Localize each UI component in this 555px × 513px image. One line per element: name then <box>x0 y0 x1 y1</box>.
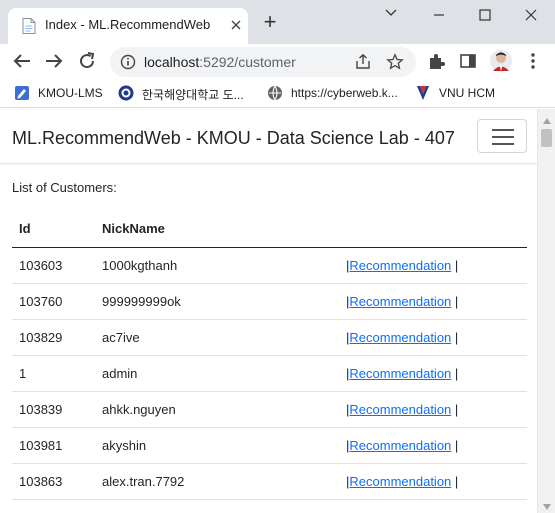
cell-actions: |Recommendation | <box>339 355 527 392</box>
kmou-lms-icon <box>14 85 30 101</box>
star-icon[interactable] <box>386 53 404 74</box>
cell-nickname: 999999999ok <box>95 283 339 320</box>
bookmark-label: 한국해양대학교 도... <box>142 88 244 102</box>
page-caption: List of Customers: <box>12 180 117 195</box>
sidepanel-icon[interactable] <box>459 52 477 73</box>
cell-actions: |Recommendation | <box>339 463 527 500</box>
new-tab-button[interactable]: + <box>258 11 282 35</box>
site-brand[interactable]: ML.RecommendWeb - KMOU - Data Science La… <box>12 128 455 149</box>
site-navbar: ML.RecommendWeb - KMOU - Data Science La… <box>0 109 537 164</box>
cell-id: 103829 <box>12 319 95 356</box>
cell-id: 103981 <box>12 427 95 464</box>
scroll-up-icon[interactable] <box>542 113 552 124</box>
recommendation-link[interactable]: Recommendation <box>349 258 451 273</box>
back-icon[interactable] <box>10 49 34 73</box>
cell-nickname: admin <box>95 355 339 392</box>
table-row: 103981 akyshin |Recommendation | <box>12 427 527 464</box>
extensions-icon[interactable] <box>427 52 445 73</box>
cell-nickname: ahkk.nguyen <box>95 391 339 428</box>
recommendation-link[interactable]: Recommendation <box>349 366 451 381</box>
cell-actions: |Recommendation | <box>339 247 527 284</box>
url-text[interactable]: localhost:5292/customer <box>144 54 296 70</box>
minimize-icon[interactable] <box>416 0 462 32</box>
separator: | <box>454 401 459 417</box>
browser-tab[interactable]: Index - ML.RecommendWeb <box>8 8 248 44</box>
cell-actions: |Recommendation | <box>339 319 527 356</box>
recommendation-link[interactable]: Recommendation <box>349 330 451 345</box>
page-viewport: ML.RecommendWeb - KMOU - Data Science La… <box>0 109 537 513</box>
address-bar[interactable]: localhost:5292/customer <box>110 47 416 77</box>
hamburger-icon <box>492 136 514 138</box>
separator: | <box>454 257 459 273</box>
recommendation-link[interactable]: Recommendation <box>349 294 451 309</box>
scroll-down-icon[interactable] <box>542 499 552 510</box>
bookmark-label: KMOU-LMS <box>38 86 103 100</box>
recommendation-link[interactable]: Recommendation <box>349 474 451 489</box>
browser-toolbar: localhost:5292/customer <box>0 44 555 78</box>
close-icon[interactable] <box>228 17 244 33</box>
table-row: 103760 999999999ok |Recommendation | <box>12 283 527 320</box>
tab-title: Index - ML.RecommendWeb <box>45 17 211 32</box>
cell-actions: |Recommendation | <box>339 427 527 464</box>
chevron-down-icon[interactable] <box>368 0 414 32</box>
cell-id: 103603 <box>12 247 95 284</box>
cell-nickname: ac7ive <box>95 319 339 356</box>
table-row: 1 admin |Recommendation | <box>12 355 527 392</box>
separator: | <box>454 473 459 489</box>
table-row: 103829 ac7ive |Recommendation | <box>12 319 527 356</box>
close-icon[interactable] <box>508 0 554 32</box>
scrollbar-thumb[interactable] <box>541 129 552 147</box>
table-header-row: Id NickName <box>12 211 527 248</box>
cell-id: 103863 <box>12 463 95 500</box>
kmou-seal-icon <box>118 85 134 101</box>
cell-nickname: alex.tran.7792 <box>95 463 339 500</box>
bookmarks-bar: KMOU-LMS 한국해양대학교 도... https://cyberweb.k… <box>0 78 555 108</box>
cell-id: 1 <box>12 355 95 392</box>
cell-id: 103760 <box>12 283 95 320</box>
header-actions <box>339 211 527 248</box>
cell-nickname: 1000kgthanh <box>95 247 339 284</box>
info-icon[interactable] <box>120 54 136 73</box>
separator: | <box>454 365 459 381</box>
tab-strip: Index - ML.RecommendWeb + <box>0 0 555 44</box>
header-id: Id <box>12 211 95 248</box>
bookmark-label: VNU HCM <box>439 86 495 100</box>
profile-avatar[interactable] <box>490 49 512 76</box>
separator: | <box>454 329 459 345</box>
url-path: :5292/customer <box>199 54 296 70</box>
cell-actions: |Recommendation | <box>339 391 527 428</box>
page-scrollbar[interactable] <box>537 109 555 513</box>
forward-icon[interactable] <box>42 49 66 73</box>
table-row: 103839 ahkk.nguyen |Recommendation | <box>12 391 527 428</box>
recommendation-link[interactable]: Recommendation <box>349 438 451 453</box>
bookmark-label: https://cyberweb.k... <box>291 86 398 100</box>
separator: | <box>454 437 459 453</box>
customers-table: Id NickName 103603 1000kgthanh |Recommenda… <box>12 211 527 500</box>
cell-nickname: akyshin <box>95 427 339 464</box>
globe-icon <box>267 85 283 101</box>
reload-icon[interactable] <box>75 49 99 73</box>
hamburger-icon <box>492 129 514 131</box>
cell-id: 103839 <box>12 391 95 428</box>
separator: | <box>454 293 459 309</box>
vnu-icon <box>415 85 431 101</box>
document-icon <box>22 18 36 34</box>
share-icon[interactable] <box>354 53 372 74</box>
table-row: 103603 1000kgthanh |Recommendation | <box>12 247 527 284</box>
recommendation-link[interactable]: Recommendation <box>349 402 451 417</box>
maximize-icon[interactable] <box>462 0 508 32</box>
header-nickname: NickName <box>95 211 339 248</box>
navbar-toggler-button[interactable] <box>477 119 527 153</box>
hamburger-icon <box>492 143 514 145</box>
table-row: 103863 alex.tran.7792 |Recommendation | <box>12 463 527 500</box>
menu-icon[interactable] <box>530 52 536 73</box>
cell-actions: |Recommendation | <box>339 283 527 320</box>
url-host: localhost <box>144 54 200 70</box>
